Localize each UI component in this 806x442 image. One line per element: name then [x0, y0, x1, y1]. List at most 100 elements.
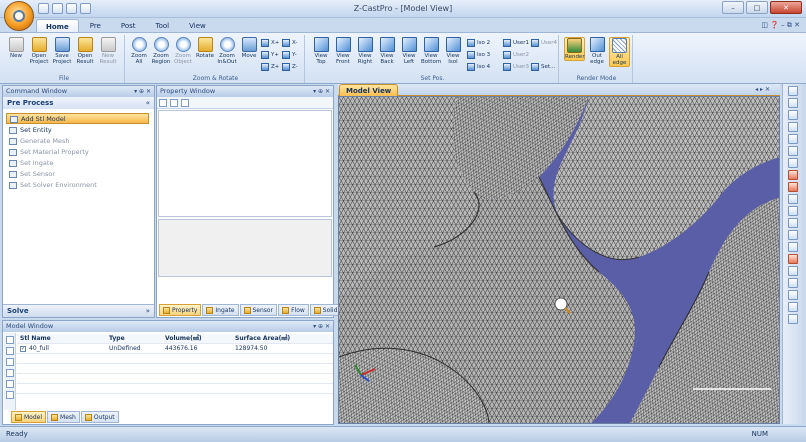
tab-sensor[interactable]: Sensor [239, 304, 278, 316]
clip-icon[interactable] [787, 170, 798, 180]
visibility-checkbox[interactable]: ✓ [20, 345, 26, 352]
section-icon[interactable] [787, 242, 798, 252]
rotate-y-plus[interactable]: Y+ [261, 50, 279, 60]
rotate-button[interactable]: Rotate [195, 37, 215, 59]
command-set-ingate[interactable]: Set Ingate [6, 158, 149, 169]
set-user-button[interactable]: Set... [531, 62, 555, 72]
tab-tool[interactable]: Tool [147, 19, 179, 33]
render-button[interactable]: Render [564, 37, 585, 61]
rotate-x-minus[interactable]: X- [282, 38, 297, 48]
view-icon[interactable] [787, 146, 798, 156]
categorized-icon[interactable] [159, 99, 167, 107]
view-icon[interactable] [787, 86, 798, 96]
section-icon[interactable] [787, 266, 798, 276]
property-pages-icon[interactable] [181, 99, 189, 107]
zoom-object-button[interactable]: Zoom Object [173, 37, 193, 65]
tab-pre[interactable]: Pre [81, 19, 110, 33]
property-grid[interactable] [158, 110, 332, 217]
section-icon[interactable] [787, 278, 798, 288]
iso-3-button[interactable]: Iso 3 [467, 50, 490, 60]
command-generate-mesh[interactable]: Generate Mesh [6, 136, 149, 147]
sort-az-icon[interactable] [170, 99, 178, 107]
section-icon[interactable] [787, 314, 798, 324]
view-icon[interactable] [787, 98, 798, 108]
column-type[interactable]: Type [109, 334, 165, 343]
tab-home[interactable]: Home [36, 19, 79, 33]
pane-controls[interactable]: ▾ ⊕ ✕ [313, 321, 330, 332]
view-bottom-button[interactable]: View Bottom [421, 37, 441, 65]
iso-4-button[interactable]: Iso 4 [467, 62, 490, 72]
column-surface-area[interactable]: Surface Area(㎟) [235, 334, 315, 343]
view-back-button[interactable]: View Back [377, 37, 397, 65]
command-set-entity[interactable]: Set Entity [6, 125, 149, 136]
model-tool-icon[interactable] [5, 358, 14, 366]
rotate-y-minus[interactable]: Y- [282, 50, 297, 60]
view-icon[interactable] [787, 110, 798, 120]
model-tool-icon[interactable] [5, 347, 14, 355]
model-viewport[interactable] [338, 96, 780, 424]
clip-icon[interactable] [787, 182, 798, 192]
user-1-button[interactable]: User1 [503, 38, 529, 48]
tab-output[interactable]: Output [80, 411, 119, 423]
rotate-z-minus[interactable]: Z- [282, 62, 298, 72]
collapse-icon[interactable]: « [146, 97, 150, 109]
view-isol-button[interactable]: View Isol [443, 37, 463, 65]
save-project-button[interactable]: Save Project [52, 37, 72, 65]
view-top-button[interactable]: View Top [311, 37, 331, 65]
command-set-material-property[interactable]: Set Material Property [6, 147, 149, 158]
new-button[interactable]: New [6, 37, 26, 59]
rotate-x-plus[interactable]: X+ [261, 38, 279, 48]
rotate-z-plus[interactable]: Z+ [261, 62, 279, 72]
solve-section-header[interactable]: Solve» [3, 304, 154, 317]
view-icon[interactable] [787, 158, 798, 168]
help-controls[interactable]: ◫ ❓ – ⧉ ✕ [761, 21, 800, 30]
model-tool-icon[interactable] [5, 380, 14, 388]
expand-icon[interactable]: » [146, 305, 150, 318]
maximize-button[interactable]: □ [746, 1, 768, 14]
tab-mesh[interactable]: Mesh [47, 411, 80, 423]
close-button[interactable]: ✕ [770, 1, 802, 14]
section-icon[interactable] [787, 230, 798, 240]
command-set-sensor[interactable]: Set Sensor [6, 169, 149, 180]
tab-property[interactable]: Property [159, 304, 202, 316]
section-icon[interactable] [787, 218, 798, 228]
new-result-button[interactable]: New Result [98, 37, 118, 65]
pane-controls[interactable]: ▾ ⊕ ✕ [313, 86, 330, 97]
section-icon[interactable] [787, 302, 798, 312]
out-edge-button[interactable]: Out edge [587, 37, 607, 65]
view-icon[interactable] [787, 122, 798, 132]
tab-post[interactable]: Post [112, 19, 145, 33]
view-right-button[interactable]: View Right [355, 37, 375, 65]
user-3-button[interactable]: User3 [503, 62, 529, 72]
tab-solid[interactable]: Solid [309, 304, 342, 316]
iso-2-button[interactable]: Iso 2 [467, 38, 490, 48]
section-icon[interactable] [787, 290, 798, 300]
user-2-button[interactable]: User2 [503, 50, 529, 60]
minimize-button[interactable]: – [722, 1, 744, 14]
view-left-button[interactable]: View Left [399, 37, 419, 65]
pane-controls[interactable]: ▾ ⊕ ✕ [134, 86, 151, 97]
view-front-button[interactable]: View Front [333, 37, 353, 65]
clip-icon[interactable] [787, 254, 798, 264]
command-add-stl-model[interactable]: Add Stl Model [6, 113, 149, 124]
document-tab-controls[interactable]: ◂ ▸ ✕ [755, 86, 770, 93]
zoom-region-button[interactable]: Zoom Region [151, 37, 171, 65]
pre-process-header[interactable]: Pre Process « [3, 97, 154, 109]
zoom-all-button[interactable]: Zoom All [129, 37, 149, 65]
model-tool-icon[interactable] [5, 369, 14, 377]
model-tool-icon[interactable] [5, 391, 14, 399]
zoom-in-out-button[interactable]: Zoom In&Out [217, 37, 237, 65]
model-tool-icon[interactable] [5, 336, 14, 344]
tab-ingate[interactable]: Ingate [202, 304, 239, 316]
table-row[interactable]: ✓ 40_full UnDefined 443676.16 128974.50 [17, 344, 333, 354]
open-result-button[interactable]: Open Result [75, 37, 95, 65]
tab-flow[interactable]: Flow [278, 304, 309, 316]
view-icon[interactable] [787, 134, 798, 144]
section-icon[interactable] [787, 206, 798, 216]
application-menu-button[interactable] [4, 1, 34, 31]
open-project-button[interactable]: Open Project [29, 37, 49, 65]
column-volume[interactable]: Volume(㎣) [165, 334, 235, 343]
tab-view[interactable]: View [180, 19, 215, 33]
column-stl-name[interactable]: Stl Name [17, 334, 109, 343]
move-button[interactable]: Move [239, 37, 259, 59]
